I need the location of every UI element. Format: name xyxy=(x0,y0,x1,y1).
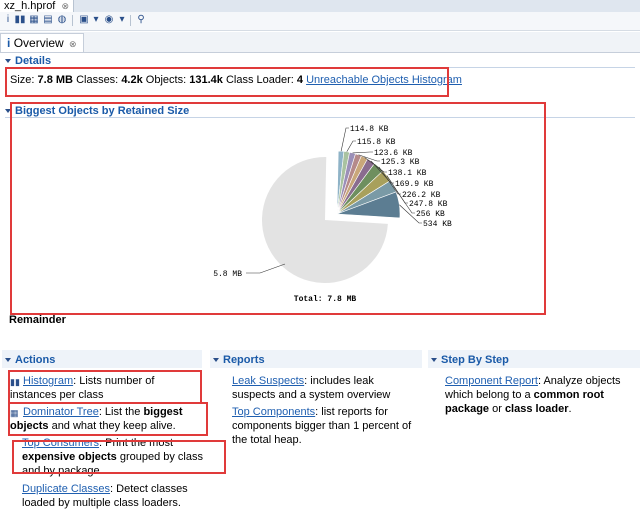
toolbar-separator xyxy=(130,15,131,26)
annotation-box xyxy=(10,102,546,315)
collapse-icon[interactable] xyxy=(213,358,219,363)
leak-suspects-link[interactable]: Leak Suspects xyxy=(232,375,304,387)
dropdown-arrow-icon[interactable]: ▾ xyxy=(116,14,128,26)
report-top-components: Top Components: list reports for compone… xyxy=(232,405,412,447)
editor-tab-title: xz_h.hprof xyxy=(4,0,56,12)
dominator-tree-icon[interactable]: ▦ xyxy=(28,14,40,26)
histogram-icon[interactable]: ▮▮ xyxy=(14,14,26,26)
subtabbar xyxy=(0,32,640,53)
annotation-box xyxy=(8,402,208,436)
query-browser-icon[interactable]: ◉ xyxy=(103,14,115,26)
annotation-box xyxy=(5,67,449,97)
reports-header[interactable]: Reports xyxy=(213,354,265,366)
component-desc-2: or xyxy=(489,403,505,415)
toolbar-separator xyxy=(72,15,73,26)
component-desc-3: . xyxy=(568,403,572,415)
collapse-icon[interactable] xyxy=(5,358,11,363)
thread-overview-icon[interactable]: ◍ xyxy=(56,14,68,26)
action-duplicate-classes: Duplicate Classes: Detect classes loaded… xyxy=(22,482,207,510)
collapse-icon[interactable] xyxy=(5,59,11,64)
overview-icon: i xyxy=(7,36,11,50)
report-leak-suspects: Leak Suspects: includes leak suspects an… xyxy=(232,374,412,402)
reports-title: Reports xyxy=(223,354,265,366)
annotation-box xyxy=(8,370,202,404)
remainder-label: Remainder xyxy=(9,314,66,326)
top-components-link[interactable]: Top Components xyxy=(232,406,315,418)
duplicate-classes-link[interactable]: Duplicate Classes xyxy=(22,483,110,495)
close-icon[interactable]: ⊗ xyxy=(61,1,69,11)
close-icon[interactable]: ⊗ xyxy=(69,39,77,49)
step-component-report: Component Report: Analyze objects which … xyxy=(445,374,640,416)
search-icon[interactable]: ⚲ xyxy=(135,14,147,26)
annotation-box xyxy=(12,440,226,474)
details-title: Details xyxy=(15,55,52,67)
tab-overview-label: Overview xyxy=(13,36,64,50)
details-header[interactable]: Details xyxy=(5,55,51,67)
collapse-icon[interactable] xyxy=(431,358,437,363)
steps-title: Step By Step xyxy=(441,354,509,366)
oql-icon[interactable]: ▤ xyxy=(42,14,54,26)
reports-icon[interactable]: ▣ xyxy=(78,14,90,26)
dropdown-arrow-icon[interactable]: ▾ xyxy=(90,14,102,26)
steps-header[interactable]: Step By Step xyxy=(431,354,509,366)
actions-title: Actions xyxy=(15,354,56,366)
tab-overview[interactable]: i Overview ⊗ xyxy=(0,33,84,52)
editor-tab[interactable]: xz_h.hprof ⊗ xyxy=(0,0,74,12)
component-report-link[interactable]: Component Report xyxy=(445,375,538,387)
info-icon[interactable]: i xyxy=(2,14,14,26)
component-desc-bold-2: class loader xyxy=(504,403,569,415)
actions-header[interactable]: Actions xyxy=(5,354,55,366)
